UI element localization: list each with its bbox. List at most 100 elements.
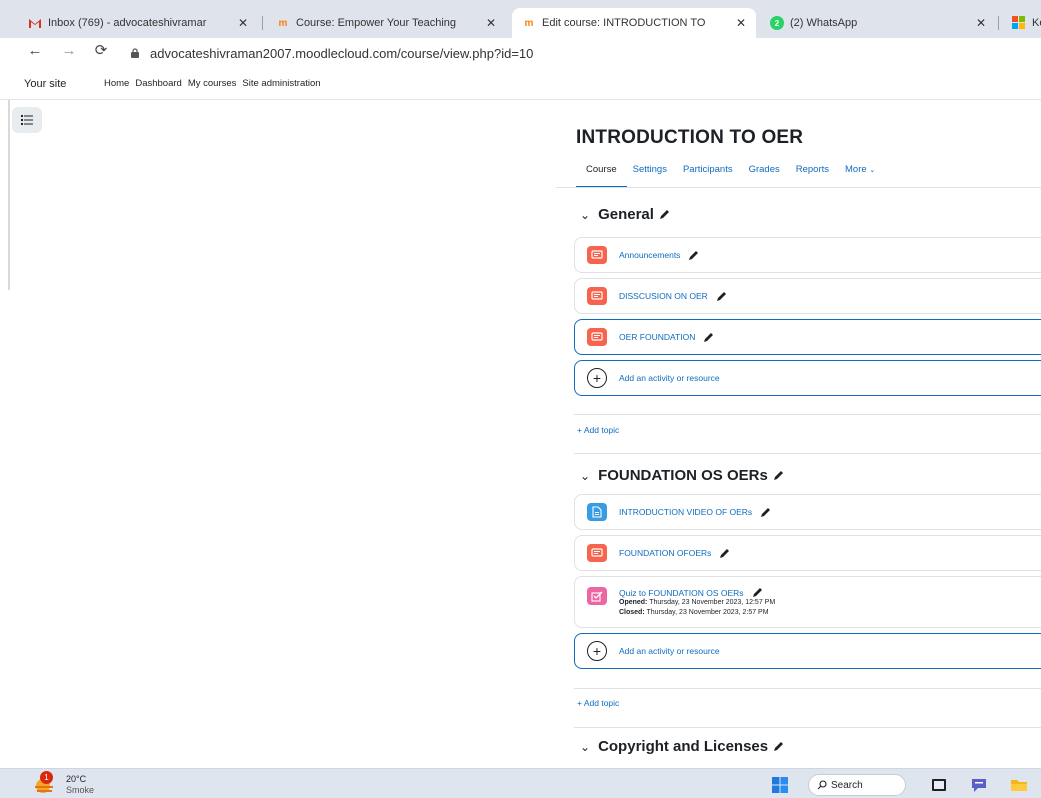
add-activity-label: Add an activity or resource (619, 373, 720, 383)
plus-circle-icon: + (587, 368, 607, 388)
activity-link[interactable]: Quiz to FOUNDATION OS OERs (619, 588, 744, 598)
chevron-down-icon: ⌄ (869, 167, 876, 174)
search-icon (817, 780, 827, 790)
activity-quiz[interactable]: Quiz to FOUNDATION OS OERs Opened: Thurs… (574, 576, 1041, 628)
nav-link-dashboard[interactable]: Dashboard (135, 78, 181, 89)
lock-icon (131, 48, 139, 58)
browser-tab-microsoft[interactable]: Ke (1002, 8, 1041, 38)
activity-disscusion-on-oer[interactable]: DISSCUSION ON OER (574, 278, 1041, 314)
activity-link[interactable]: DISSCUSION ON OER (619, 291, 708, 301)
activity-announcements[interactable]: Announcements (574, 237, 1041, 273)
add-activity-button[interactable]: + Add an activity or resource (574, 633, 1041, 669)
quiz-icon (587, 587, 607, 605)
browser-tab-whatsapp[interactable]: 2 (2) WhatsApp ✕ (760, 8, 996, 38)
left-drawer-scrollbar[interactable] (8, 100, 10, 290)
section-title[interactable]: Copyright and Licenses (598, 738, 768, 755)
task-view-icon[interactable] (930, 776, 948, 794)
back-arrow-icon[interactable]: ← (24, 42, 46, 59)
course-title: INTRODUCTION TO OER (576, 127, 804, 148)
pencil-icon[interactable] (773, 741, 784, 752)
section-header-copyright: ⌄ Copyright and Licenses (580, 738, 784, 755)
tab-title: Inbox (769) - advocateshivramar (48, 17, 207, 29)
activity-name[interactable]: OER FOUNDATION (619, 332, 714, 343)
pencil-icon[interactable] (716, 291, 727, 302)
tab-settings[interactable]: Settings (633, 160, 667, 188)
nav-link-home[interactable]: Home (104, 78, 129, 89)
primary-navigation: Home Dashboard My courses Site administr… (104, 78, 321, 89)
tab-separator (262, 16, 263, 30)
site-name[interactable]: Your site (24, 78, 66, 90)
closed-label: Closed: (619, 609, 645, 616)
activity-name[interactable]: Announcements (619, 250, 699, 261)
url-field[interactable]: advocateshivraman2007.moodlecloud.com/co… (130, 42, 533, 64)
activity-name[interactable]: DISSCUSION ON OER (619, 291, 727, 302)
tab-participants[interactable]: Participants (683, 160, 733, 188)
nav-link-my-courses[interactable]: My courses (188, 78, 237, 89)
address-bar: ← → ⟳ advocateshivraman2007.moodlecloud.… (0, 38, 1041, 68)
windows-start-icon[interactable] (772, 777, 788, 793)
opened-label: Opened: (619, 599, 648, 606)
add-topic-link[interactable]: + Add topic (577, 698, 619, 708)
tab-more-label: More (845, 164, 867, 175)
microsoft-icon (1012, 16, 1026, 30)
file-explorer-icon[interactable] (1010, 776, 1028, 794)
windows-taskbar: 1 20°C Smoke Search (0, 768, 1041, 798)
browser-tab-gmail[interactable]: Inbox (769) - advocateshivramar ✕ (18, 8, 258, 38)
activity-introduction-video[interactable]: INTRODUCTION VIDEO OF OERs (574, 494, 1041, 530)
tab-separator (998, 16, 999, 30)
close-icon[interactable]: ✕ (736, 16, 746, 30)
reload-icon[interactable]: ⟳ (90, 41, 112, 59)
activity-link[interactable]: FOUNDATION OFOERs (619, 548, 711, 558)
browser-tab-edit-course[interactable]: m Edit course: INTRODUCTION TO ✕ (512, 8, 756, 38)
tab-title: Course: Empower Your Teaching (296, 17, 457, 29)
pencil-icon[interactable] (688, 250, 699, 261)
forward-arrow-icon[interactable]: → (58, 42, 80, 59)
teams-chat-icon[interactable] (970, 776, 988, 794)
tab-reports[interactable]: Reports (796, 160, 829, 188)
close-icon[interactable]: ✕ (486, 16, 496, 30)
section-divider (574, 414, 1041, 415)
search-label: Search (831, 779, 863, 791)
pencil-icon[interactable] (659, 209, 670, 220)
forum-icon (587, 328, 607, 346)
weather-description: Smoke (66, 785, 95, 795)
section-title[interactable]: General (598, 206, 654, 223)
section-title[interactable]: FOUNDATION OS OERs (598, 467, 768, 484)
list-icon (21, 115, 33, 125)
activity-name[interactable]: INTRODUCTION VIDEO OF OERs (619, 507, 771, 518)
pencil-icon[interactable] (752, 587, 763, 598)
activity-name[interactable]: Quiz to FOUNDATION OS OERs (619, 587, 775, 598)
tab-more[interactable]: More ⌄ (845, 160, 875, 188)
activity-link[interactable]: INTRODUCTION VIDEO OF OERs (619, 507, 752, 517)
pencil-icon[interactable] (773, 470, 784, 481)
add-activity-button[interactable]: + Add an activity or resource (574, 360, 1041, 396)
nav-link-site-administration[interactable]: Site administration (242, 78, 320, 89)
activity-link[interactable]: OER FOUNDATION (619, 332, 695, 342)
section-divider (574, 727, 1041, 728)
add-activity-label: Add an activity or resource (619, 646, 720, 656)
course-index-toggle-button[interactable] (12, 107, 42, 133)
activity-foundation-ofoers[interactable]: FOUNDATION OFOERs (574, 535, 1041, 571)
moodle-icon: m (524, 17, 534, 29)
close-icon[interactable]: ✕ (976, 16, 986, 30)
taskbar-search[interactable]: Search (808, 774, 906, 796)
tabs-divider (556, 187, 1041, 188)
chevron-down-icon[interactable]: ⌄ (580, 469, 590, 483)
browser-tab-strip: Inbox (769) - advocateshivramar ✕ m Cour… (0, 0, 1041, 38)
chevron-down-icon[interactable]: ⌄ (580, 208, 590, 222)
tab-grades[interactable]: Grades (749, 160, 780, 188)
quiz-details: Quiz to FOUNDATION OS OERs Opened: Thurs… (619, 587, 775, 618)
forum-icon (587, 287, 607, 305)
browser-tab-course-empower[interactable]: m Course: Empower Your Teaching ✕ (266, 8, 506, 38)
add-topic-link[interactable]: + Add topic (577, 425, 619, 435)
close-icon[interactable]: ✕ (238, 16, 248, 30)
activity-link[interactable]: Announcements (619, 250, 680, 260)
section-divider (574, 453, 1041, 454)
activity-name[interactable]: FOUNDATION OFOERs (619, 548, 730, 559)
chevron-down-icon[interactable]: ⌄ (580, 740, 590, 754)
activity-oer-foundation[interactable]: OER FOUNDATION (574, 319, 1041, 355)
pencil-icon[interactable] (703, 332, 714, 343)
pencil-icon[interactable] (719, 548, 730, 559)
pencil-icon[interactable] (760, 507, 771, 518)
tab-course[interactable]: Course (576, 160, 627, 188)
